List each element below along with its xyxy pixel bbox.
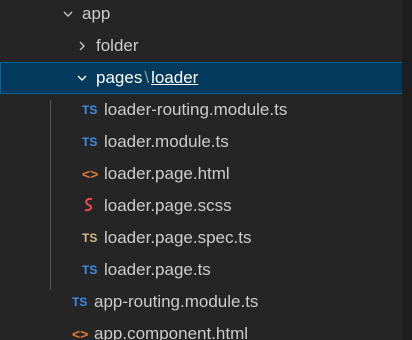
file-item[interactable]: <> loader.page.html bbox=[0, 158, 402, 190]
tree-item-label-pages: pages bbox=[96, 68, 143, 87]
file-name: loader-routing.module.ts bbox=[104, 100, 288, 119]
chevron-right-icon bbox=[76, 40, 96, 52]
typescript-icon: TS bbox=[82, 263, 98, 277]
tree-item-label: folder bbox=[96, 36, 139, 55]
file-item[interactable]: TS loader-routing.module.ts bbox=[0, 94, 402, 126]
chevron-down-icon bbox=[76, 72, 96, 84]
file-item[interactable]: TS loader.page.ts bbox=[0, 254, 402, 286]
file-name: loader.page.spec.ts bbox=[104, 228, 252, 247]
file-name: loader.module.ts bbox=[104, 132, 229, 151]
tree-item-pages-loader[interactable]: pages \ loader bbox=[0, 62, 402, 94]
typescript-icon: TS bbox=[82, 135, 98, 149]
scss-icon bbox=[82, 197, 104, 216]
file-item[interactable]: <> app.component.html bbox=[0, 318, 402, 340]
tree-item-label-loader: loader bbox=[151, 68, 199, 87]
tree-item-label: app bbox=[82, 4, 111, 23]
file-name: loader.page.scss bbox=[104, 196, 232, 215]
editor-edge bbox=[402, 0, 412, 340]
file-name: loader.page.ts bbox=[104, 260, 211, 279]
html-icon: <> bbox=[82, 166, 99, 182]
typescript-icon: TS bbox=[82, 103, 98, 117]
typescript-spec-icon: TS bbox=[82, 231, 98, 245]
file-item[interactable]: loader.page.scss bbox=[0, 190, 402, 222]
tree-item-app[interactable]: app bbox=[0, 0, 402, 30]
html-icon: <> bbox=[72, 326, 89, 340]
file-name: loader.page.html bbox=[104, 164, 230, 183]
tree-item-folder[interactable]: folder bbox=[0, 30, 402, 62]
chevron-down-icon bbox=[62, 8, 82, 20]
file-item[interactable]: TS loader.page.spec.ts bbox=[0, 222, 402, 254]
file-explorer: app folder pages \ loader TS loader-rout… bbox=[0, 0, 402, 340]
file-name: app.component.html bbox=[94, 324, 249, 340]
file-item[interactable]: TS loader.module.ts bbox=[0, 126, 402, 158]
file-name: app-routing.module.ts bbox=[94, 292, 259, 311]
typescript-icon: TS bbox=[72, 295, 88, 309]
path-separator: \ bbox=[144, 68, 150, 87]
file-item[interactable]: TS app-routing.module.ts bbox=[0, 286, 402, 318]
